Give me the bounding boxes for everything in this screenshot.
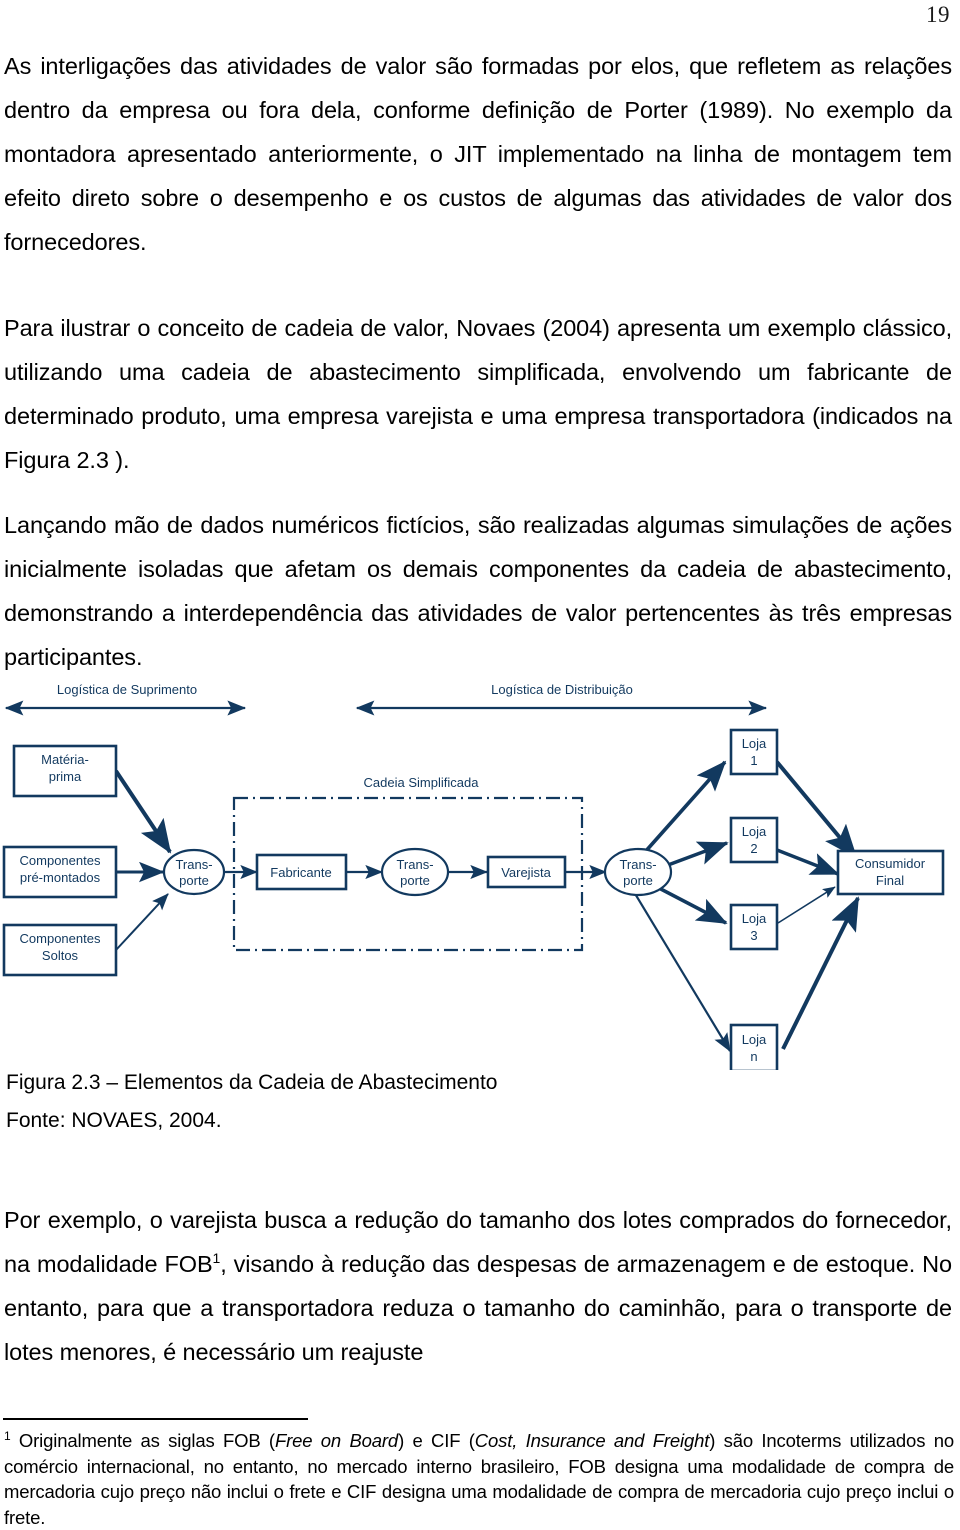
fabricante-label: Fabricante: [270, 865, 331, 880]
materia-prima-label-2: prima: [49, 769, 82, 784]
figure-2-3-supply-chain-diagram: Logística de Suprimento Logística de Dis…: [0, 670, 960, 1070]
axis-supply-logistics: Logística de Suprimento: [4, 682, 247, 716]
componentes-soltos-label-2: Soltos: [42, 948, 79, 963]
node-loja-3: Loja 3: [729, 903, 779, 951]
componentes-soltos-label-1: Componentes: [20, 931, 101, 946]
footnote-separator: [3, 1418, 308, 1420]
node-fabricante: Fabricante: [255, 853, 348, 891]
paragraph-3: Lançando mão de dados numéricos fictício…: [4, 512, 952, 670]
node-consumidor-final: Consumidor Final: [836, 849, 945, 896]
edge-materiaprima-transporte: [114, 769, 172, 854]
document-page: 19 As interligações das atividades de va…: [0, 0, 960, 1530]
transporte-3-label-1: Trans-: [619, 857, 656, 872]
transporte-2-ellipse: [380, 847, 450, 897]
transporte-3-label-2: porte: [623, 873, 653, 888]
loja-n-label-2: n: [750, 1049, 757, 1064]
node-transporte-1: Trans- porte: [162, 848, 226, 896]
edge-componentessoltos-transporte: [115, 893, 169, 951]
materia-prima-label-1: Matéria-: [41, 752, 89, 767]
transporte-2-label-2: porte: [400, 873, 430, 888]
loja-3-label-1: Loja: [742, 911, 767, 926]
edge-transporte3-loja1: [643, 760, 727, 854]
node-transporte-3: Trans- porte: [603, 847, 673, 897]
node-loja-1: Loja 1: [729, 728, 779, 776]
page-number: 19: [926, 2, 950, 27]
transporte-1-label-1: Trans-: [175, 857, 212, 872]
componentes-pre-label-1: Componentes: [20, 853, 101, 868]
loja-3-label-2: 3: [750, 928, 757, 943]
paragraph-1: As interligações das atividades de valor…: [4, 53, 952, 255]
node-componentes-soltos: Componentes Soltos: [2, 923, 118, 977]
paragraph-2: Para ilustrar o conceito de cadeia de va…: [4, 315, 952, 473]
loja-2-label-2: 2: [750, 841, 757, 856]
axis-supply-label: Logística de Suprimento: [57, 682, 197, 697]
loja-2-label-1: Loja: [742, 824, 767, 839]
node-loja-2: Loja 2: [729, 816, 779, 864]
componentes-pre-label-2: pré-montados: [20, 870, 101, 885]
consumidor-final-label-1: Consumidor: [855, 856, 926, 871]
edge-loja1-consumidor: [775, 760, 858, 859]
edge-loja2-consumidor: [776, 848, 840, 876]
paragraph-4: Por exemplo, o varejista busca a redução…: [4, 1198, 952, 1374]
node-materia-prima: Matéria- prima: [12, 744, 118, 798]
axis-distribution-label: Logística de Distribuição: [491, 682, 633, 697]
transporte-1-label-2: porte: [179, 873, 209, 888]
footnote-italic-b: Cost, Insurance and Freight: [474, 1430, 710, 1451]
footnote-italic-a: Free on Board: [274, 1430, 399, 1451]
edge-loja3-consumidor: [777, 886, 836, 924]
loja-n-label-1: Loja: [742, 1032, 767, 1047]
loja-1-label-2: 1: [750, 753, 757, 768]
figure-caption: Figura 2.3 – Elementos da Cadeia de Abas…: [6, 1071, 498, 1094]
varejista-label: Varejista: [501, 865, 551, 880]
axis-distribution-logistics: Logística de Distribuição: [355, 682, 768, 716]
edge-transporte3-loja3: [654, 884, 728, 925]
edge-lojan-consumidor: [781, 896, 860, 1050]
node-componentes-pre-montados: Componentes pré-montados: [2, 845, 118, 899]
figure-source: Fonte: NOVAES, 2004.: [6, 1109, 222, 1132]
transporte-3-ellipse: [603, 847, 673, 897]
loja-1-label-1: Loja: [742, 736, 767, 751]
node-loja-n: Loja n: [729, 1023, 779, 1070]
footnote-text-b: ) e CIF (: [398, 1430, 475, 1451]
consumidor-final-label-2: Final: [876, 873, 904, 888]
cadeia-simplificada-label: Cadeia Simplificada: [364, 775, 480, 790]
node-transporte-2: Trans- porte: [380, 847, 450, 897]
footnote-text-a: Originalmente as siglas FOB (: [10, 1430, 275, 1451]
node-varejista: Varejista: [486, 855, 567, 889]
transporte-2-label-1: Trans-: [396, 857, 433, 872]
footnote-1: 1 Originalmente as siglas FOB (Free on B…: [4, 1428, 954, 1530]
